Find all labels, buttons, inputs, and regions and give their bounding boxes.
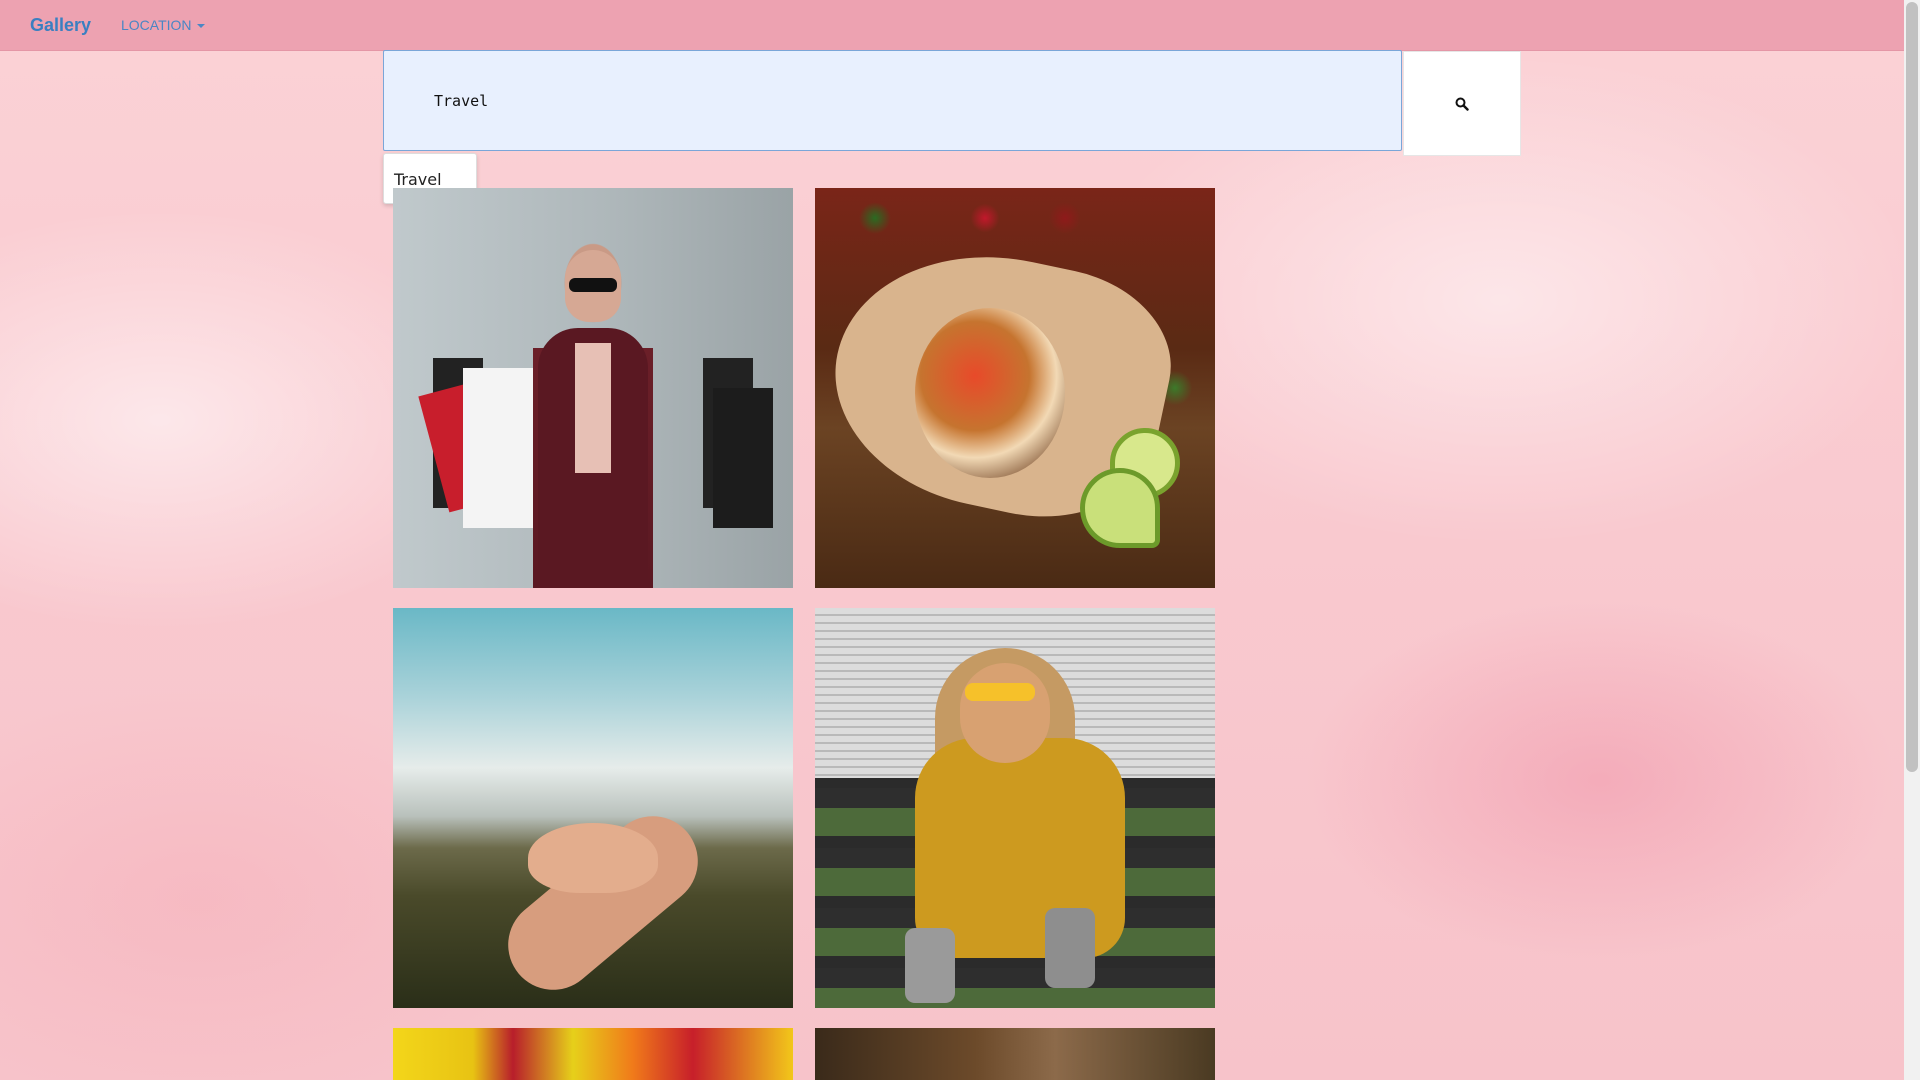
gallery-photo-shopping[interactable]: [393, 188, 793, 588]
search-icon: [1455, 97, 1469, 111]
top-navbar: Gallery LOCATION: [0, 0, 1904, 51]
caret-down-icon: [196, 24, 205, 29]
brand-link[interactable]: Gallery: [30, 0, 91, 50]
gallery-photo-paint[interactable]: [393, 1028, 793, 1080]
gallery-photo-burrito[interactable]: [815, 188, 1215, 588]
gallery-photo-woman-yellow-dress[interactable]: [815, 608, 1215, 1008]
search-input[interactable]: [383, 50, 1402, 151]
gallery-photo-landscape-hand[interactable]: [393, 608, 793, 1008]
location-dropdown-label: LOCATION: [121, 17, 192, 33]
search-button[interactable]: [1403, 51, 1521, 156]
location-dropdown[interactable]: LOCATION: [121, 0, 205, 50]
gallery-photo-food[interactable]: [815, 1028, 1215, 1080]
scrollbar-thumb[interactable]: [1906, 2, 1918, 772]
page-scrollbar[interactable]: [1904, 0, 1920, 1080]
